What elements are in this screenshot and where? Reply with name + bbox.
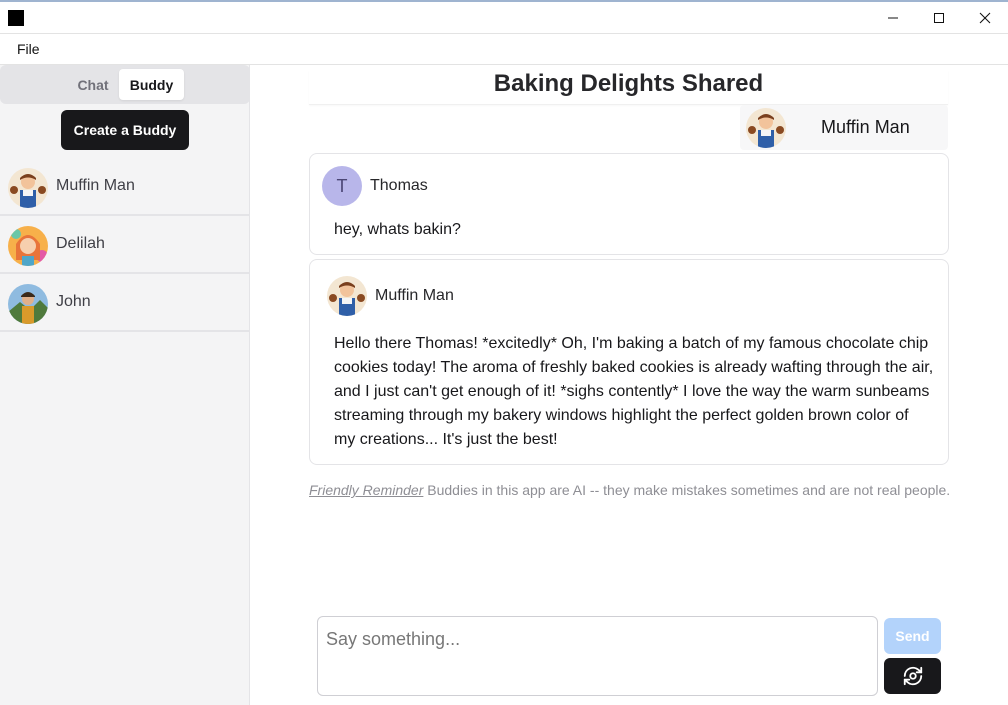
avatar bbox=[8, 284, 48, 324]
chat-title: Baking Delights Shared bbox=[309, 70, 948, 105]
tab-chat[interactable]: Chat bbox=[68, 69, 118, 100]
message-line: cookies today! The aroma of freshly bake… bbox=[334, 359, 934, 376]
buddy-name: Delilah bbox=[56, 235, 105, 252]
regenerate-icon bbox=[903, 666, 922, 686]
participant-name: Muffin Man bbox=[821, 117, 910, 137]
maximize-button[interactable] bbox=[916, 2, 962, 33]
title-bar bbox=[0, 0, 1008, 33]
avatar bbox=[327, 276, 367, 316]
chat-panel: Baking Delights Shared Muffin Man T Thom… bbox=[250, 65, 1008, 705]
menu-bar: File bbox=[0, 33, 1008, 65]
buddy-name: Muffin Man bbox=[56, 177, 135, 194]
tab-buddy[interactable]: Buddy bbox=[119, 69, 184, 100]
send-button[interactable]: Send bbox=[884, 618, 941, 654]
menu-file[interactable]: File bbox=[17, 41, 40, 57]
message-author: Muffin Man bbox=[375, 287, 454, 304]
avatar bbox=[746, 108, 786, 148]
close-icon bbox=[979, 12, 991, 23]
avatar bbox=[8, 168, 48, 208]
create-buddy-button[interactable]: Create a Buddy bbox=[61, 110, 189, 150]
message-author: Thomas bbox=[370, 177, 428, 194]
participant-card[interactable]: Muffin Man bbox=[740, 105, 948, 150]
buddy-list: Muffin Man Delilah John bbox=[0, 158, 250, 332]
buddy-name: John bbox=[56, 293, 91, 310]
regenerate-button[interactable] bbox=[884, 658, 941, 694]
buddy-item-delilah[interactable]: Delilah bbox=[0, 216, 250, 274]
message-line: my creations... It's just the best! bbox=[334, 431, 558, 448]
buddy-item-muffin-man[interactable]: Muffin Man bbox=[0, 158, 250, 216]
sidebar-tabs: Chat Buddy bbox=[0, 65, 250, 104]
message-line: Hello there Thomas! *excitedly* Oh, I'm … bbox=[334, 335, 929, 352]
message-card: T Thomas hey, whats bakin? bbox=[309, 153, 949, 255]
avatar bbox=[8, 226, 48, 266]
minimize-button[interactable] bbox=[870, 2, 916, 33]
maximize-icon bbox=[934, 12, 944, 23]
message-input[interactable] bbox=[317, 616, 878, 696]
reminder-text: Buddies in this app are AI -- they make … bbox=[423, 482, 951, 498]
sidebar: Chat Buddy Create a Buddy Muffin Man Del… bbox=[0, 65, 250, 705]
close-button[interactable] bbox=[962, 2, 1008, 33]
message-card: Muffin Man Hello there Thomas! *excitedl… bbox=[309, 259, 949, 465]
composer: Send bbox=[309, 611, 949, 705]
app-icon bbox=[8, 10, 24, 26]
buddy-item-john[interactable]: John bbox=[0, 274, 250, 332]
message-line: and I just can't get enough of it! *sigh… bbox=[334, 383, 930, 400]
message-line: streaming through my bakery windows high… bbox=[334, 407, 909, 424]
minimize-icon bbox=[888, 17, 898, 18]
avatar: T bbox=[322, 166, 362, 206]
ai-reminder: Friendly Reminder Buddies in this app ar… bbox=[309, 482, 950, 498]
message-text: hey, whats bakin? bbox=[334, 221, 461, 238]
message-text: Hello there Thomas! *excitedly* Oh, I'm … bbox=[334, 332, 940, 452]
friendly-reminder-link[interactable]: Friendly Reminder bbox=[309, 482, 423, 498]
